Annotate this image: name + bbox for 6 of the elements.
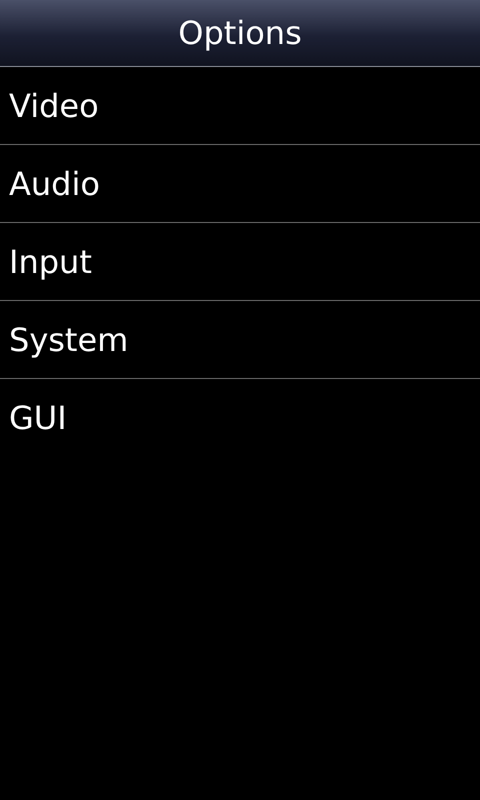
menu-item[interactable]: Input bbox=[0, 223, 480, 301]
menu-item[interactable]: Video bbox=[0, 67, 480, 145]
screen-title: Options bbox=[178, 14, 302, 52]
menu-item[interactable]: System bbox=[0, 301, 480, 379]
menu-item[interactable]: Audio bbox=[0, 145, 480, 223]
menu-item[interactable]: GUI bbox=[0, 379, 480, 456]
